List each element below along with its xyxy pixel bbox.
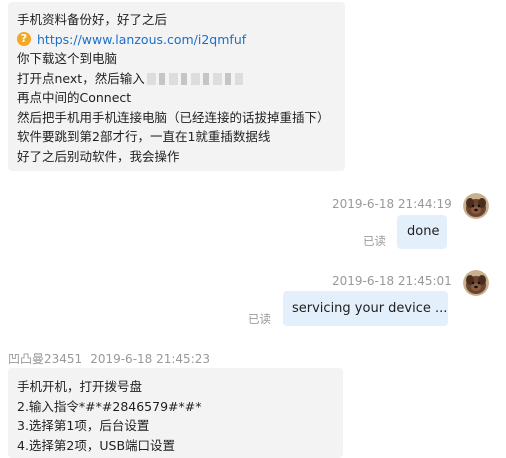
message-link-row[interactable]: ? https://www.lanzous.com/i2qmfuf <box>17 30 345 50</box>
message-line: 3.选择第1项，后台设置 <box>17 418 150 433</box>
question-circle-icon: ? <box>17 32 31 47</box>
message-line-with-redaction: 打开点next，然后输入 <box>17 69 345 89</box>
sender-name[interactable]: 凹凸曼23451 <box>8 352 82 366</box>
read-status: 已读 <box>363 234 386 248</box>
message-timestamp: 2019-6-18 21:45:01 <box>332 274 452 288</box>
message-line: 4.选择第2项，USB端口设置 <box>17 437 176 453</box>
message-line: 好了之后别动软件，我会操作 <box>17 148 180 164</box>
download-link[interactable]: https://www.lanzous.com/i2qmfuf <box>37 30 246 50</box>
message-line: 你下载这个到电脑 <box>17 51 118 66</box>
message-sender-line: 凹凸曼23451 2019-6-18 21:45:23 <box>8 350 210 367</box>
read-status: 已读 <box>248 312 271 326</box>
message-bubble-incoming-instructions: 手机资料备份好，好了之后 ? https://www.lanzous.com/i… <box>8 2 345 171</box>
redacted-text <box>146 73 243 85</box>
message-line: 打开点next，然后输入 <box>17 70 145 86</box>
dog-avatar-icon[interactable] <box>463 193 489 219</box>
message-bubble-incoming-steps: 手机开机，打开拨号盘 2.输入指令*#*#2846579#*#* 3.选择第1项… <box>8 368 343 458</box>
message-bubble-outgoing: done <box>397 215 447 249</box>
message-timestamp: 2019-6-18 21:45:23 <box>90 352 210 366</box>
dog-avatar-icon[interactable] <box>463 270 489 296</box>
message-timestamp: 2019-6-18 21:44:19 <box>332 197 452 211</box>
message-line: 2.输入指令*#*#2846579#*#* <box>17 398 202 414</box>
message-line: 然后把手机用手机连接电脑（已经连接的话拔掉重插下） <box>17 109 330 125</box>
message-line: 手机资料备份好，好了之后 <box>17 12 168 27</box>
message-bubble-outgoing: servicing your device ... <box>283 291 448 326</box>
message-line: 再点中间的Connect <box>17 90 132 105</box>
message-line: 软件要跳到第2部才行，一直在1就重插数据线 <box>17 129 271 144</box>
message-line: 手机开机，打开拨号盘 <box>17 379 143 394</box>
